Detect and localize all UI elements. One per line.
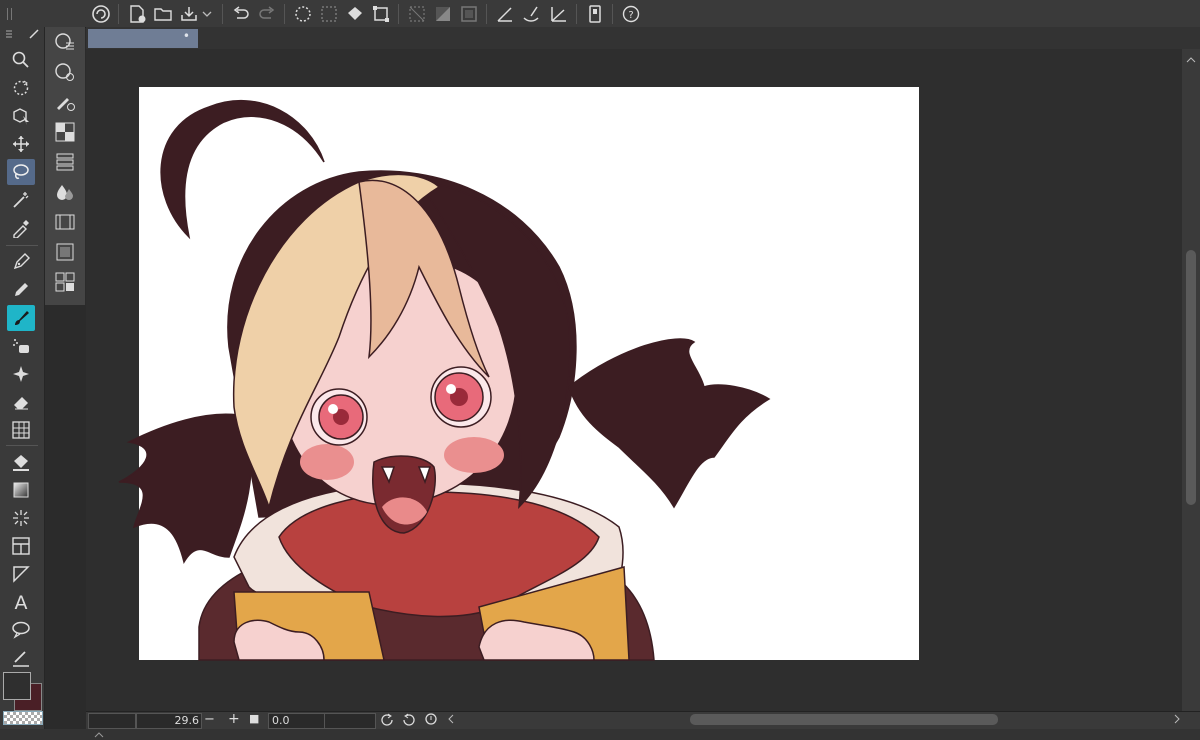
bottom-strip [0,729,1200,740]
transform-icon[interactable] [370,3,392,25]
vertical-scroll-thumb[interactable] [1186,250,1196,505]
lasso-select-icon[interactable] [292,3,314,25]
tab-modified-dot: • [182,29,190,43]
transparent-color-swatch[interactable] [3,711,43,725]
reset-rotation-icon[interactable] [424,712,438,726]
open-folder-icon[interactable] [152,3,174,25]
sub-tool-palette [45,27,85,305]
pencil-icon[interactable] [7,277,35,303]
ruler-icon[interactable] [494,3,516,25]
new-file-icon[interactable] [126,3,148,25]
command-bar: ? [0,0,1200,28]
balloon-icon[interactable] [7,617,35,643]
fill-icon[interactable] [344,3,366,25]
horizontal-scroll-thumb[interactable] [690,714,998,725]
grip-icon [4,3,16,25]
timeline-icon[interactable] [52,209,78,235]
fill-bucket-icon[interactable] [7,449,35,475]
brush-icon[interactable] [7,305,35,331]
zoom-field[interactable]: 29.6 [136,713,202,729]
layer-property-icon[interactable] [52,149,78,175]
zoom-out-button[interactable]: − [204,712,215,727]
svg-text:?: ? [628,10,633,21]
text-icon[interactable]: A [7,589,35,615]
rotate-left-icon[interactable] [380,712,394,726]
device-icon[interactable] [584,3,606,25]
app-logo-icon[interactable] [90,3,112,25]
layer-search-icon[interactable] [52,269,78,295]
navigator-thumb-slot[interactable] [88,713,136,729]
redo-icon[interactable] [256,3,278,25]
document-tab[interactable]: • [88,29,198,48]
color-set-icon[interactable] [52,119,78,145]
scroll-left-icon[interactable] [446,713,456,725]
undo-icon[interactable] [230,3,252,25]
zoom-in-button[interactable]: + [228,711,240,727]
object-select-icon[interactable] [7,103,35,129]
fill-layer-icon[interactable] [432,3,454,25]
decoration-icon[interactable] [7,361,35,387]
palette-menu-icon[interactable] [2,27,42,41]
brush-ruler-icon[interactable] [520,3,542,25]
main-color-swatch[interactable] [3,672,31,700]
zoom-icon[interactable] [7,47,35,73]
dropdown-icon[interactable] [200,3,214,25]
tool-palette: A [0,27,45,740]
scroll-right-icon[interactable] [1172,713,1182,725]
clear-icon[interactable] [406,3,428,25]
character-illustration [118,99,771,661]
blend-icon[interactable] [7,417,35,443]
document-tab-bar [86,27,1200,49]
rotate-view-icon[interactable] [7,75,35,101]
eyedropper-icon[interactable] [7,215,35,241]
rotate-right-icon[interactable] [402,712,416,726]
rotation-slider[interactable] [324,713,376,729]
magic-wand-icon[interactable] [7,187,35,213]
help-icon[interactable]: ? [620,3,642,25]
tool-property-icon[interactable] [52,59,78,85]
move-icon[interactable] [7,131,35,157]
figure-icon[interactable] [7,505,35,531]
perspective-icon[interactable] [548,3,570,25]
lasso-icon[interactable] [7,159,35,185]
rotation-field[interactable]: 0.0 [268,713,325,729]
gradient-icon[interactable] [7,477,35,503]
ruler-icon[interactable] [7,561,35,587]
eraser-icon[interactable] [7,389,35,415]
color-mix-icon[interactable] [52,179,78,205]
correct-line-icon[interactable] [7,645,35,671]
frame-icon[interactable] [7,533,35,559]
sub-tool-list-icon[interactable] [52,29,78,55]
brush-size-icon[interactable] [52,89,78,115]
border-icon[interactable] [458,3,480,25]
fit-button[interactable]: ■ [249,712,259,725]
drawing-canvas[interactable] [118,87,919,661]
select-all-icon[interactable] [318,3,340,25]
save-icon[interactable] [178,3,200,25]
pen-icon[interactable] [7,249,35,275]
navigator-icon[interactable] [52,239,78,265]
airbrush-icon[interactable] [7,333,35,359]
svg-text:A: A [15,592,28,612]
